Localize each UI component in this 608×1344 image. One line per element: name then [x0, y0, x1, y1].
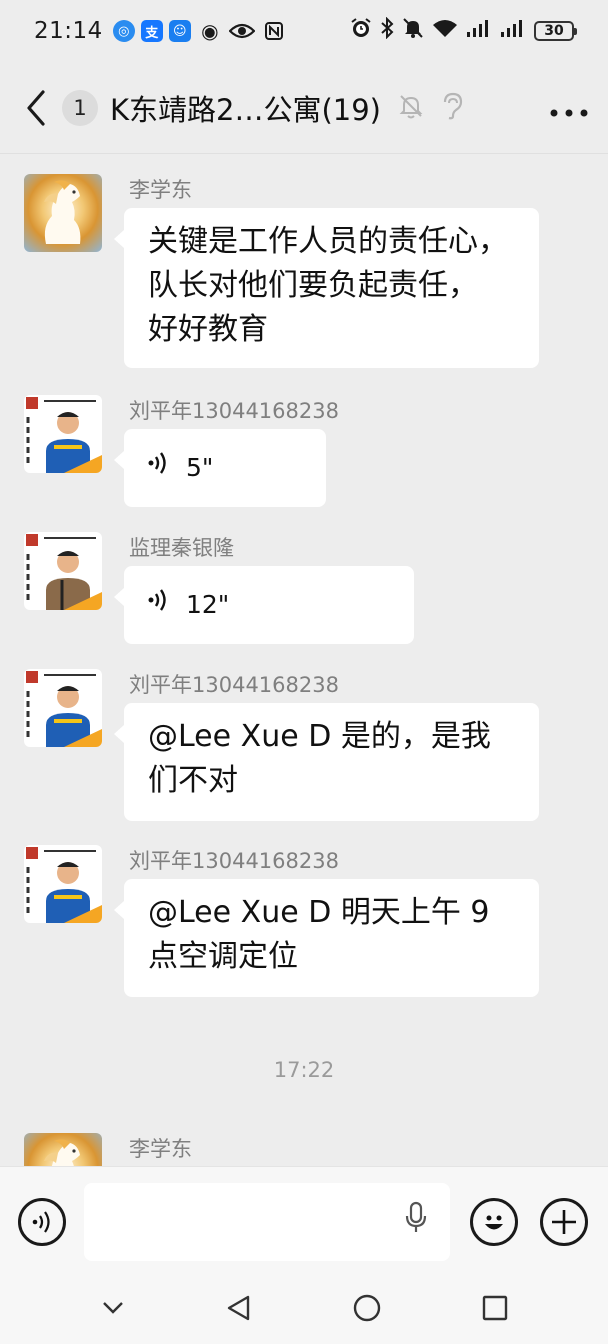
message-text-line: 队长对他们要负起责任， — [148, 268, 478, 303]
horse-avatar-image — [44, 1139, 80, 1166]
system-navigation-bar — [0, 1276, 608, 1344]
message-list[interactable]: 李学东 关键是工作人员的责任心， 队长对他们要负起责任， 好好教育 刘平年130… — [0, 155, 608, 1166]
wifi-icon — [432, 18, 458, 44]
eye-icon — [228, 20, 255, 42]
app-chat-icon: ☺ — [168, 20, 191, 42]
alarm-icon — [350, 17, 372, 45]
signal-icon-1 — [466, 18, 492, 44]
status-notification-icons: ◎ 支 ☺ ◉ — [112, 19, 287, 43]
chat-title: K东靖路2…公寓(19) — [110, 92, 381, 127]
message-text-line: 好好教育 — [148, 312, 268, 347]
plus-icon — [552, 1209, 576, 1234]
avatar[interactable] — [24, 395, 102, 473]
voice-message-bubble[interactable]: 12" — [114, 566, 414, 644]
sender-name: 刘平年13044168238 — [129, 849, 339, 873]
nav-back-icon[interactable] — [226, 1294, 252, 1326]
alipay-icon: 支 — [140, 20, 163, 42]
sender-name: 刘平年13044168238 — [129, 673, 339, 697]
header-status-icons — [397, 91, 465, 125]
status-time: 21:14 — [34, 18, 103, 44]
voice-wave-icon — [148, 583, 170, 627]
message-input[interactable] — [84, 1182, 450, 1261]
voice-wave-icon — [32, 1210, 50, 1233]
avatar[interactable] — [24, 669, 102, 747]
voice-wave-icon — [148, 446, 170, 490]
smiley-icon — [485, 1215, 503, 1229]
voice-duration: 12" — [186, 590, 230, 619]
avatar[interactable] — [24, 174, 102, 252]
status-bar: 21:14 ◎ 支 ☺ ◉ 30 — [0, 0, 608, 62]
voice-duration: 5" — [186, 453, 214, 482]
sender-name: 李学东 — [129, 1137, 192, 1161]
bluetooth-icon — [380, 16, 394, 45]
more-options-icon[interactable] — [550, 90, 588, 125]
input-bar — [0, 1166, 608, 1276]
horse-avatar-image — [44, 180, 81, 244]
status-system-icons: 30 — [350, 16, 577, 45]
message-bubble[interactable]: 关键是工作人员的责任心， 队长对他们要负起责任， 好好教育 — [114, 208, 539, 368]
message-bubble[interactable]: @Lee Xue D 明天上午 9 点空调定位 — [114, 879, 539, 997]
emoji-button[interactable] — [470, 1197, 518, 1246]
worker-avatar-image — [26, 671, 102, 747]
circle-app-icon: ◉ — [201, 19, 219, 43]
message-text-line: @Lee Xue D 是的，是我 — [148, 719, 491, 754]
sender-name: 李学东 — [129, 178, 192, 202]
battery-icon: 30 — [534, 21, 577, 41]
signal-icon-2 — [500, 18, 526, 44]
message-bubble[interactable]: @Lee Xue D 是的，是我 们不对 — [114, 703, 539, 821]
voice-input-toggle-button[interactable] — [18, 1197, 66, 1246]
nav-home-icon[interactable] — [353, 1294, 381, 1326]
app-notification-icon: ◎ — [112, 20, 135, 42]
chevron-down-icon[interactable] — [101, 1300, 125, 1320]
sender-name: 监理秦银隆 — [129, 536, 234, 560]
message-text-line: 点空调定位 — [148, 939, 298, 974]
chat-header: 1 K东靖路2…公寓(19) — [0, 62, 608, 154]
microphone-icon[interactable] — [404, 1201, 428, 1242]
unread-count-badge[interactable]: 1 — [62, 89, 98, 126]
message-text-line: 关键是工作人员的责任心， — [148, 224, 508, 259]
back-arrow-icon[interactable] — [26, 88, 56, 128]
message-text-line: 们不对 — [148, 763, 238, 798]
voice-message-bubble[interactable]: 5" — [114, 429, 326, 507]
earpiece-mode-icon — [439, 91, 465, 125]
mute-notifications-icon — [397, 92, 425, 124]
more-actions-button[interactable] — [540, 1197, 588, 1246]
sender-name: 刘平年13044168238 — [129, 399, 339, 423]
mute-bell-icon — [402, 17, 424, 45]
worker-avatar-image — [26, 847, 102, 923]
message-text-line: @Lee Xue D 明天上午 9 — [148, 895, 490, 930]
avatar[interactable] — [24, 532, 102, 610]
worker-avatar-image — [26, 397, 102, 473]
avatar[interactable] — [24, 845, 102, 923]
time-separator: 17:22 — [273, 1058, 335, 1082]
nfc-icon — [261, 20, 287, 42]
supervisor-avatar-image — [26, 534, 102, 610]
avatar[interactable] — [24, 1133, 102, 1166]
nav-recents-icon[interactable] — [482, 1295, 508, 1325]
